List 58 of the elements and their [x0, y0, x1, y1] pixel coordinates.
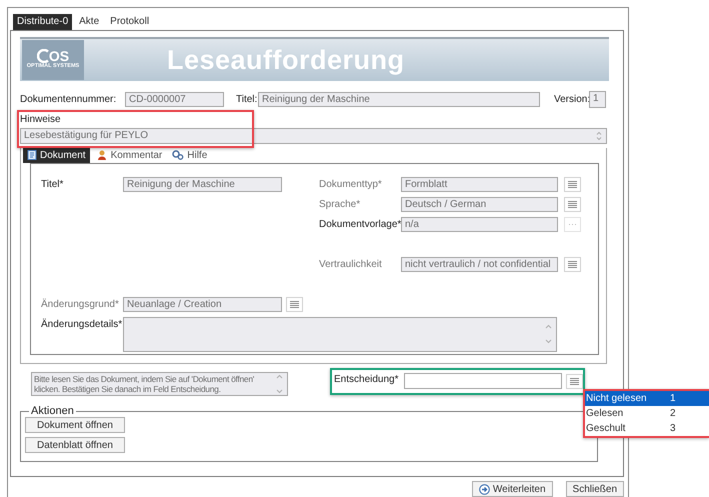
- logo-text: OS: [48, 49, 70, 64]
- forward-icon: [478, 484, 490, 494]
- text-field[interactable]: Neuanlage / Creation: [123, 296, 282, 312]
- person-icon: [96, 150, 108, 160]
- document-icon: [27, 150, 37, 160]
- gears-icon: [172, 150, 184, 160]
- document-tab[interactable]: Hilfe: [169, 148, 210, 163]
- field-label: Hinweise: [20, 114, 62, 126]
- group-title: Aktionen: [30, 406, 75, 417]
- text-field[interactable]: CD-0000007: [125, 92, 224, 107]
- field-label: Version:: [554, 92, 589, 107]
- text-field[interactable]: Deutsch / German: [401, 196, 558, 212]
- text-area[interactable]: [123, 316, 557, 352]
- field-label: Dokumentennummer:: [20, 92, 118, 107]
- menu-icon: [568, 200, 577, 208]
- document-tab[interactable]: Dokument: [23, 148, 90, 163]
- field-label: Änderungsdetails*: [41, 318, 123, 332]
- text-field[interactable]: Formblatt: [401, 176, 558, 192]
- window-tab[interactable]: Protokoll: [106, 14, 154, 30]
- list-button[interactable]: [286, 296, 303, 312]
- document-tab[interactable]: Kommentar: [94, 148, 166, 163]
- footer-button[interactable]: Weiterleiten: [472, 481, 553, 497]
- menu-icon: [570, 378, 579, 385]
- field-label: Sprache*: [319, 198, 362, 212]
- field-label: Titel*: [41, 178, 64, 192]
- swoosh-icon: [36, 49, 49, 64]
- list-button[interactable]: [564, 176, 581, 192]
- notes-field[interactable]: Lesebestätigung für PEYLO: [20, 128, 607, 144]
- text-field[interactable]: 1: [589, 90, 606, 108]
- text-field[interactable]: Reinigung der Maschine: [258, 92, 540, 107]
- field-label: Dokumenttyp*: [319, 178, 383, 192]
- scroll-arrows-icon: [596, 130, 602, 141]
- menu-icon: [290, 300, 299, 308]
- field-label: Dokumentvorlage*: [319, 218, 401, 232]
- list-button[interactable]: [564, 256, 581, 272]
- field-label: Änderungsgrund*: [41, 298, 120, 312]
- info-text: Bitte lesen Sie das Dokument, indem Sie auf 'Dokument öffnen' klicken. Bestätigen Sie danach im Feld Entscheidung.: [33, 374, 256, 394]
- scroll-arrows-icon: [545, 323, 552, 346]
- window-tab[interactable]: Akte: [75, 14, 104, 30]
- input-field[interactable]: [404, 373, 562, 390]
- field-label: Titel:: [236, 92, 258, 107]
- text-field[interactable]: nicht vertraulich / not confidential: [401, 256, 558, 272]
- dropdown-item[interactable]: Gelesen 2: [585, 406, 709, 421]
- list-button[interactable]: [566, 374, 583, 389]
- field-label: Entscheidung*: [334, 372, 400, 387]
- menu-icon: [568, 260, 577, 268]
- menu-icon: [568, 180, 577, 188]
- window-tab[interactable]: Distribute-0: [13, 14, 72, 30]
- field-label: Vertraulichkeit: [319, 258, 383, 272]
- text-field[interactable]: n/a: [401, 216, 558, 232]
- dropdown-item[interactable]: Geschult 3: [585, 421, 709, 436]
- text-field[interactable]: Reinigung der Maschine: [123, 176, 282, 192]
- action-button[interactable]: Datenblatt öffnen: [25, 436, 125, 453]
- list-button[interactable]: [564, 196, 581, 212]
- action-button[interactable]: Dokument öffnen: [25, 416, 125, 433]
- dropdown-item[interactable]: Nicht gelesen 1: [585, 391, 709, 406]
- footer-button[interactable]: Schließen: [566, 481, 624, 497]
- banner-title: Leseaufforderung: [167, 44, 405, 77]
